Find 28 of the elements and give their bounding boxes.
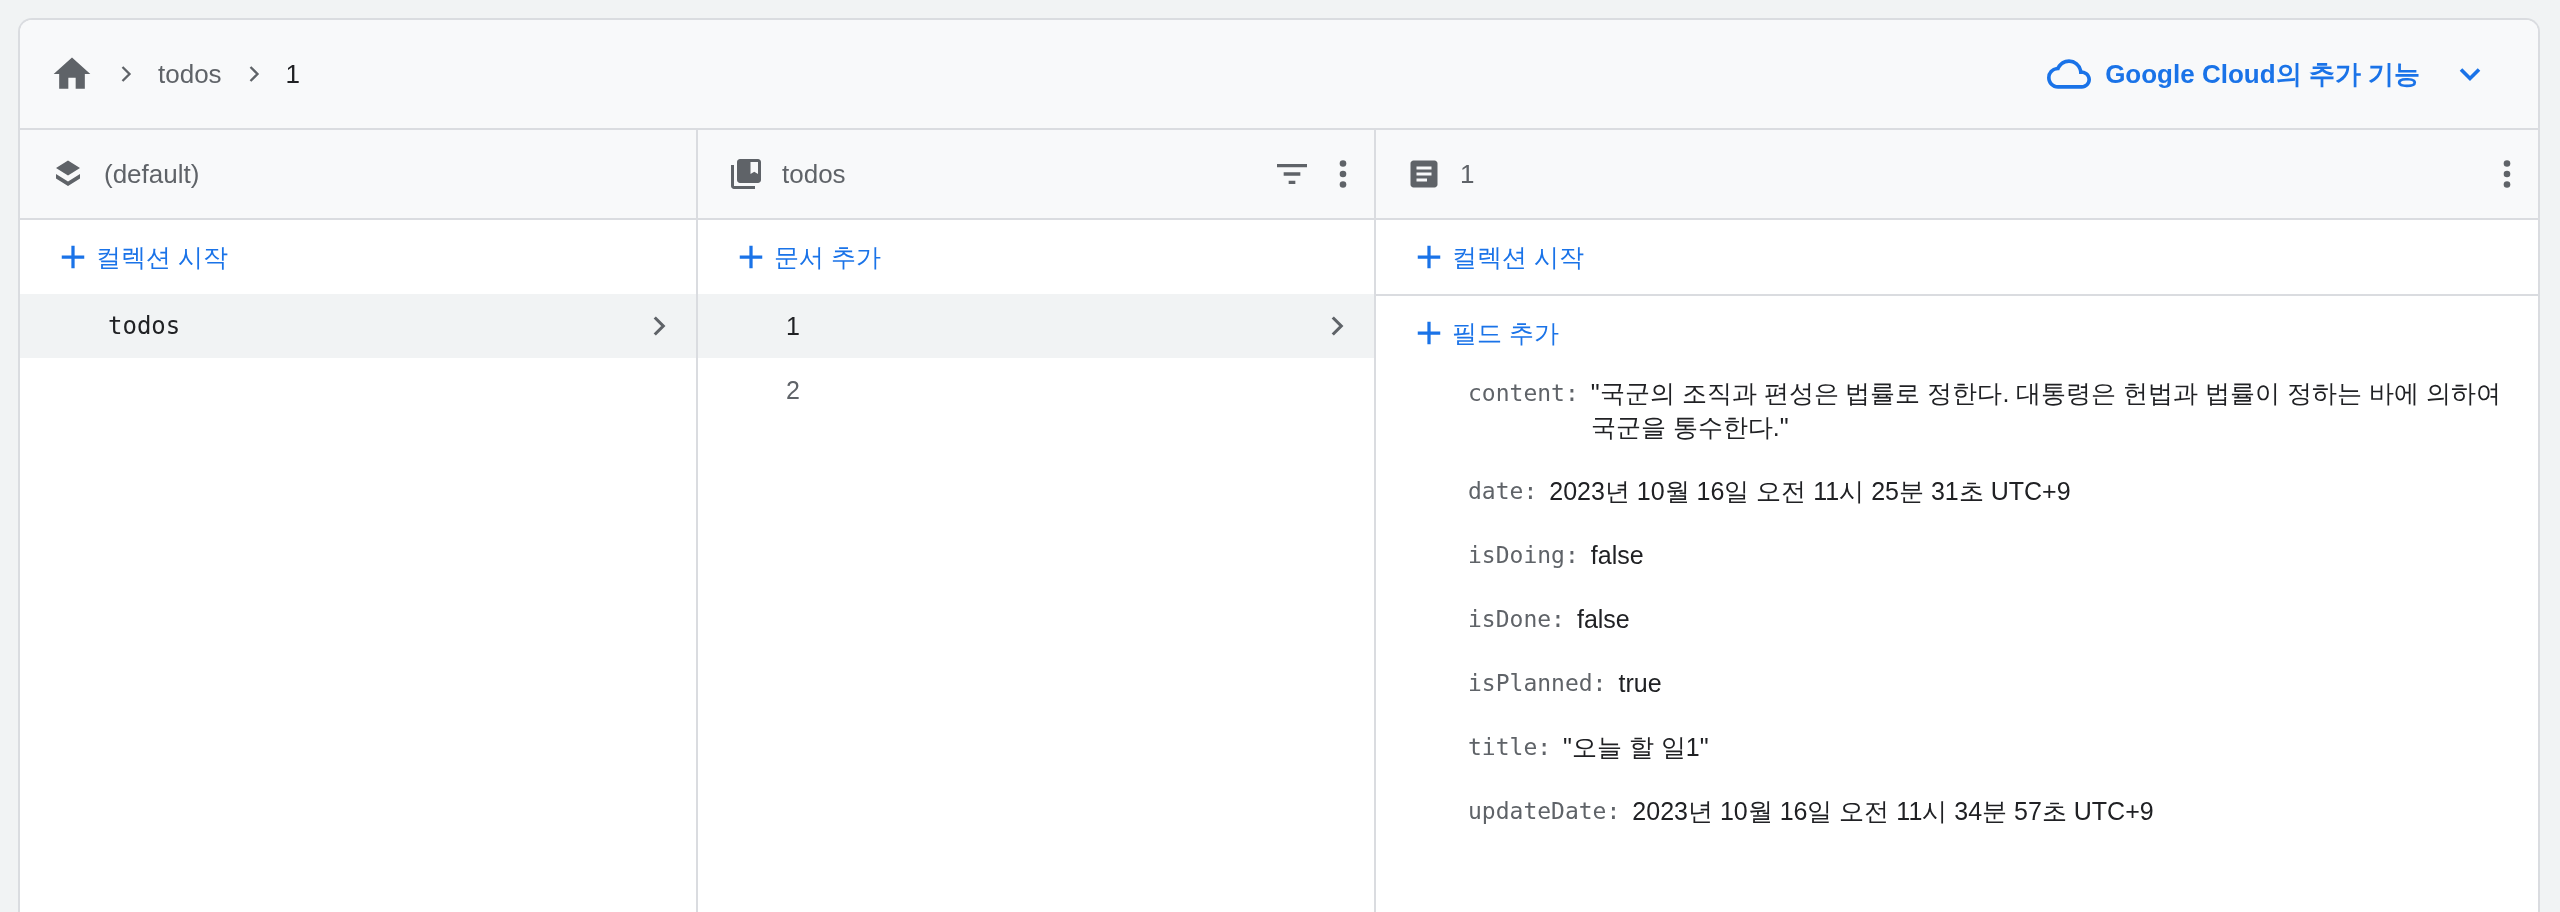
field-name: updateDate:: [1468, 797, 1621, 826]
field-value: 2023년 10월 16일 오전 11시 25분 31초 UTC+9: [1549, 476, 2071, 507]
add-button[interactable]: 컬렉션 시작: [58, 240, 228, 274]
collection-icon: [728, 156, 764, 192]
field-name: date:: [1468, 477, 1538, 506]
field-name: isPlanned:: [1468, 669, 1607, 698]
cloud-menu-button[interactable]: Google Cloud의 추가 기능: [2047, 52, 2488, 96]
field-value: true: [1618, 668, 1662, 699]
list-item[interactable]: todos: [20, 294, 696, 358]
list-item[interactable]: 1: [698, 294, 1374, 358]
field-value: false: [1590, 540, 1644, 571]
breadcrumb-link[interactable]: 1: [285, 58, 301, 90]
field-name: isDoing:: [1468, 541, 1579, 570]
field-value: 2023년 10월 16일 오전 11시 34분 57초 UTC+9: [1632, 796, 2154, 827]
add-button[interactable]: 필드 추가: [1414, 316, 1559, 350]
column-title: 1: [1460, 158, 1475, 190]
field-name: title:: [1468, 733, 1552, 762]
breadcrumb-link[interactable]: todos: [158, 58, 222, 90]
add-button[interactable]: 컬렉션 시작: [1414, 240, 1584, 274]
field-name: content:: [1468, 379, 1579, 408]
add-button[interactable]: 문서 추가: [736, 240, 881, 274]
field-value: "국군의 조직과 편성은 법률로 정한다. 대통령은 헌법과 법률이 정하는 바에 의하여 국군을 통수한다.": [1590, 378, 2503, 443]
column-title: (default): [104, 158, 200, 190]
field-value: "오늘 할 일1": [1563, 732, 1709, 763]
field-name: isDone:: [1468, 605, 1565, 634]
column-title: todos: [782, 158, 846, 190]
list-item[interactable]: 2: [698, 358, 1374, 422]
field-value: false: [1576, 604, 1630, 635]
